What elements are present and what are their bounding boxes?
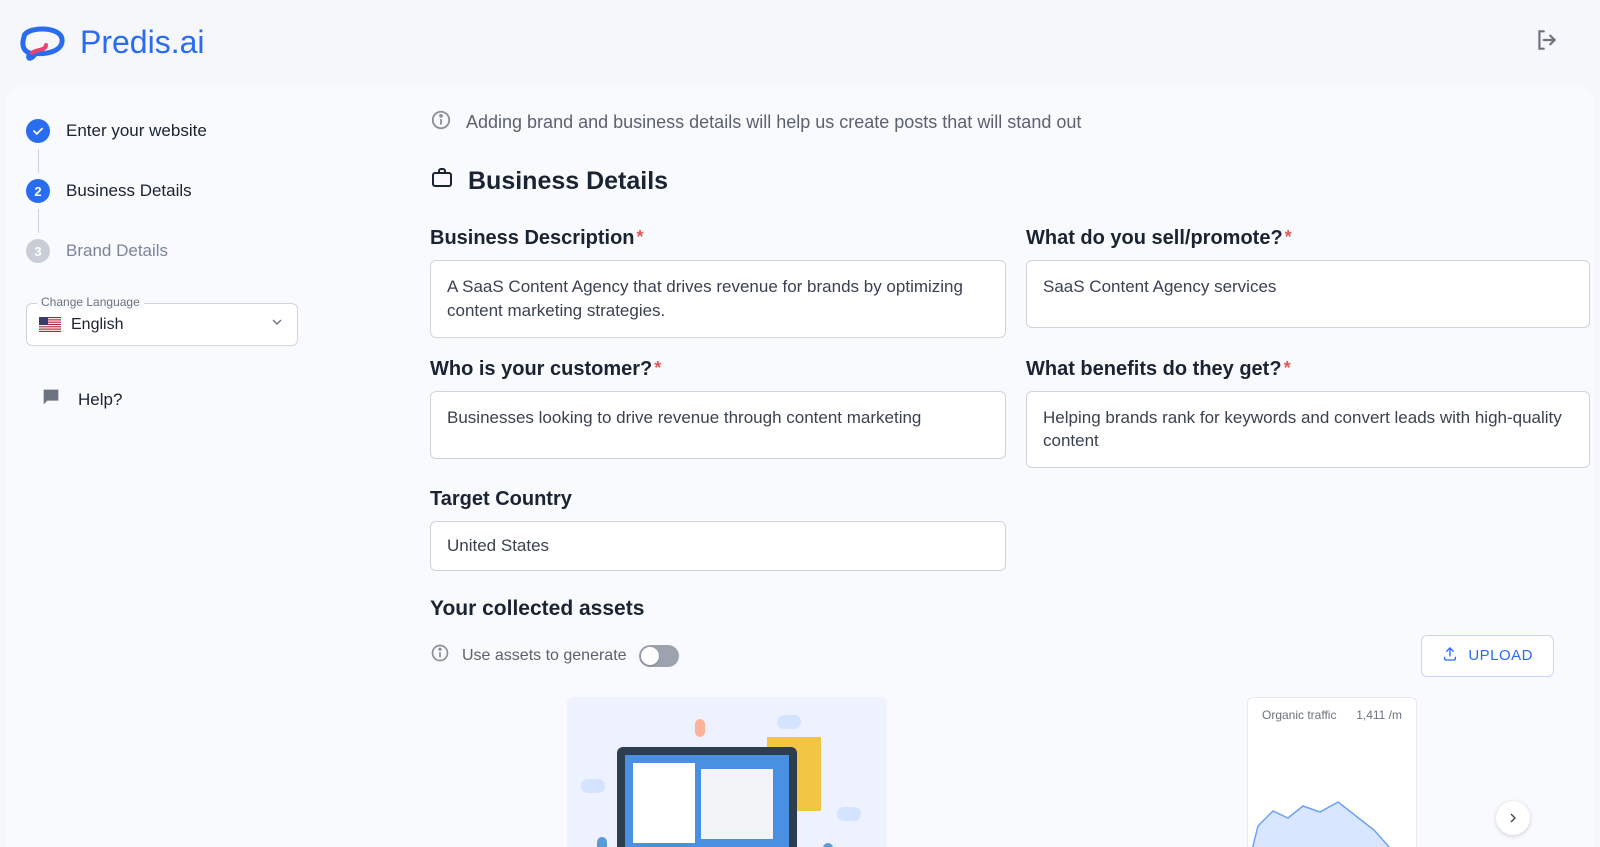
step-connector (38, 149, 39, 173)
toggle-knob (641, 647, 659, 665)
wizard-sidebar: Enter your website 2 Business Details 3 … (6, 85, 376, 847)
decoration (823, 843, 833, 847)
target-country-input[interactable]: United States (430, 521, 1006, 571)
briefcase-icon (430, 166, 454, 197)
field-label: What do you sell/promote?* (1026, 227, 1590, 250)
customer-input[interactable]: Businesses looking to drive revenue thro… (430, 391, 1006, 459)
field-label: Who is your customer?* (430, 358, 1006, 381)
app-shell: Enter your website 2 Business Details 3 … (6, 85, 1594, 847)
info-banner: Adding brand and business details will h… (430, 109, 1554, 136)
logout-icon[interactable] (1534, 27, 1560, 58)
asset-chart-value: 1,411 /m (1356, 708, 1402, 722)
field-business-description: Business Description* A SaaS Content Age… (430, 227, 1006, 338)
decoration (581, 779, 605, 793)
info-icon (430, 109, 452, 136)
assets-title: Your collected assets (430, 597, 1554, 621)
label-text: Business Description (430, 227, 635, 249)
form-grid: Business Description* A SaaS Content Age… (430, 227, 1554, 571)
section-title: Business Details (430, 166, 1554, 197)
decoration (597, 837, 607, 847)
field-target-country: Target Country United States (430, 488, 1006, 571)
upload-label: UPLOAD (1468, 647, 1533, 664)
area-chart-icon (1248, 756, 1417, 847)
required-marker: * (1285, 227, 1292, 247)
info-text: Adding brand and business details will h… (466, 112, 1081, 133)
label-text: Who is your customer? (430, 358, 652, 380)
info-icon (430, 643, 450, 668)
assets-toggle-group: Use assets to generate (430, 643, 679, 668)
step-label: Brand Details (66, 241, 168, 261)
decoration (837, 807, 861, 821)
use-assets-toggle[interactable] (639, 645, 679, 667)
asset-thumbnail[interactable]: Organic traffic 1,411 /m (1247, 697, 1417, 847)
field-label: What benefits do they get?* (1026, 358, 1590, 381)
step-brand-details[interactable]: 3 Brand Details (26, 239, 356, 263)
step-label: Enter your website (66, 121, 207, 141)
step-number: 3 (26, 239, 50, 263)
benefits-input[interactable]: Helping brands rank for keywords and con… (1026, 391, 1590, 469)
help-link[interactable]: Help? (26, 386, 356, 413)
flag-us-icon (39, 317, 61, 332)
topbar: Predis.ai (0, 0, 1600, 85)
field-customer: Who is your customer?* Businesses lookin… (430, 358, 1006, 469)
asset-thumbnail[interactable] (567, 697, 887, 847)
brand-logo[interactable]: Predis.ai (12, 19, 205, 67)
required-marker: * (637, 227, 644, 247)
label-text: What benefits do they get? (1026, 358, 1282, 380)
brand-name: Predis.ai (80, 24, 205, 61)
decoration (701, 769, 773, 839)
section-title-text: Business Details (468, 167, 668, 196)
decoration (633, 763, 695, 843)
field-benefits: What benefits do they get?* Helping bran… (1026, 358, 1590, 469)
language-select[interactable]: Change Language English (26, 303, 298, 346)
assets-controls: Use assets to generate UPLOAD (430, 635, 1554, 677)
field-label: Target Country (430, 488, 1006, 511)
help-label: Help? (78, 390, 122, 410)
step-number: 2 (26, 179, 50, 203)
required-marker: * (1284, 358, 1291, 378)
step-label: Business Details (66, 181, 192, 201)
carousel-next-button[interactable] (1496, 801, 1530, 835)
field-sell-promote: What do you sell/promote?* SaaS Content … (1026, 227, 1590, 338)
check-icon (26, 119, 50, 143)
decoration (777, 715, 801, 729)
chat-icon (40, 386, 62, 413)
decoration (695, 719, 705, 737)
step-connector (38, 209, 39, 233)
asset-chart-label: Organic traffic (1262, 708, 1336, 722)
language-legend: Change Language (37, 295, 144, 309)
required-marker: * (654, 358, 661, 378)
business-description-input[interactable]: A SaaS Content Agency that drives revenu… (430, 260, 1006, 338)
sell-promote-input[interactable]: SaaS Content Agency services (1026, 260, 1590, 328)
upload-icon (1442, 646, 1458, 666)
upload-button[interactable]: UPLOAD (1421, 635, 1554, 677)
step-enter-website[interactable]: Enter your website (26, 119, 356, 143)
assets-gallery: Organic traffic 1,411 /m (430, 697, 1554, 847)
label-text: What do you sell/promote? (1026, 227, 1283, 249)
assets-toggle-label: Use assets to generate (462, 647, 627, 665)
main-panel: Adding brand and business details will h… (376, 85, 1594, 847)
chevron-down-icon (269, 314, 285, 335)
language-value: English (71, 316, 259, 334)
step-business-details[interactable]: 2 Business Details (26, 179, 356, 203)
brand-icon (12, 19, 72, 67)
field-label: Business Description* (430, 227, 1006, 250)
